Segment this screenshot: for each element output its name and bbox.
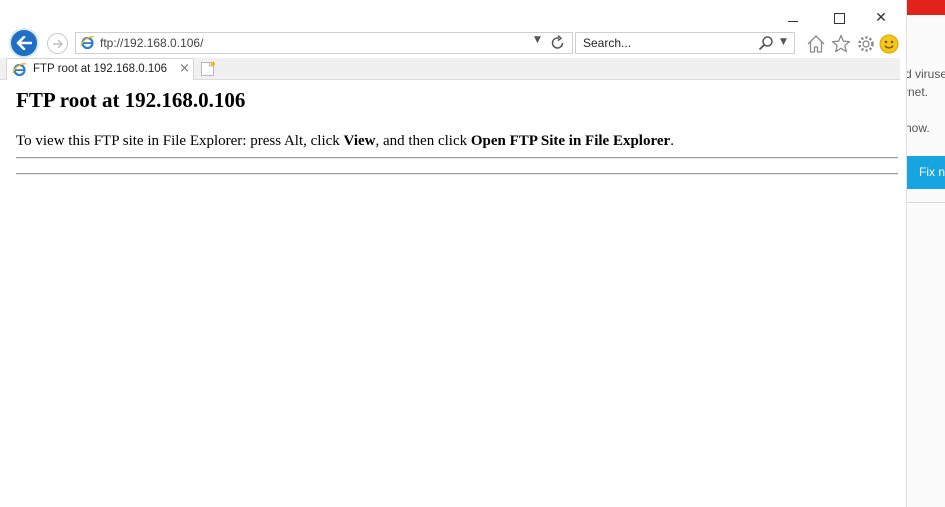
background-text: now. [906, 121, 930, 135]
background-text: d viruse [906, 67, 945, 81]
home-icon[interactable] [805, 33, 827, 55]
divider [907, 202, 945, 203]
gear-icon[interactable] [855, 33, 877, 55]
background-window: d viruse rnet. now. Fix n [906, 0, 945, 507]
back-button[interactable] [9, 28, 39, 58]
search-dropdown-icon[interactable]: ▼ [780, 37, 787, 47]
minimize-icon [788, 20, 798, 22]
divider [16, 173, 898, 175]
instruction-text: To view this FTP site in File Explorer: … [16, 133, 344, 149]
ie-logo-icon [80, 36, 95, 50]
smiley-icon[interactable] [878, 33, 900, 55]
search-icon[interactable] [758, 35, 774, 51]
tab-strip: FTP root at 192.168.0.106 × [0, 58, 900, 80]
back-arrow-icon [16, 36, 32, 50]
page-content: FTP root at 192.168.0.106 To view this F… [0, 82, 906, 507]
instruction-view: View [343, 133, 376, 149]
maximize-button[interactable] [822, 6, 856, 30]
instruction-text: , and then click [375, 133, 471, 149]
address-bar[interactable]: ftp://192.168.0.106/ ▼ [75, 32, 573, 54]
forward-button[interactable] [47, 33, 68, 54]
close-button[interactable]: ✕ [864, 6, 898, 30]
minimize-button[interactable] [776, 6, 810, 30]
address-url[interactable]: ftp://192.168.0.106/ [100, 36, 203, 50]
tab-ftp-root[interactable]: FTP root at 192.168.0.106 × [6, 58, 194, 80]
search-input[interactable] [576, 33, 753, 53]
divider [16, 157, 898, 159]
refresh-icon[interactable] [550, 34, 566, 52]
close-icon: ✕ [875, 10, 887, 26]
star-icon[interactable] [830, 33, 852, 55]
ftp-instruction: To view this FTP site in File Explorer: … [16, 133, 674, 150]
instruction-open-ftp: Open FTP Site in File Explorer [470, 133, 671, 149]
page-title: FTP root at 192.168.0.106 [16, 88, 246, 112]
maximize-icon [833, 12, 845, 24]
address-dropdown-icon[interactable]: ▼ [534, 35, 541, 45]
background-text: rnet. [906, 85, 929, 99]
search-box[interactable]: ▼ [575, 32, 795, 54]
new-tab-icon[interactable] [199, 60, 217, 78]
tab-title: FTP root at 192.168.0.106 [33, 63, 168, 75]
background-window-accent-bar [907, 0, 945, 15]
ie-logo-icon [12, 63, 27, 77]
forward-arrow-icon [52, 39, 63, 48]
browser-window: ✕ ftp://192.168.0.106/ ▼ ▼ [0, 0, 906, 507]
fix-now-button[interactable]: Fix n [907, 156, 945, 189]
tab-close-icon[interactable]: × [179, 61, 190, 76]
instruction-text: . [670, 133, 674, 149]
